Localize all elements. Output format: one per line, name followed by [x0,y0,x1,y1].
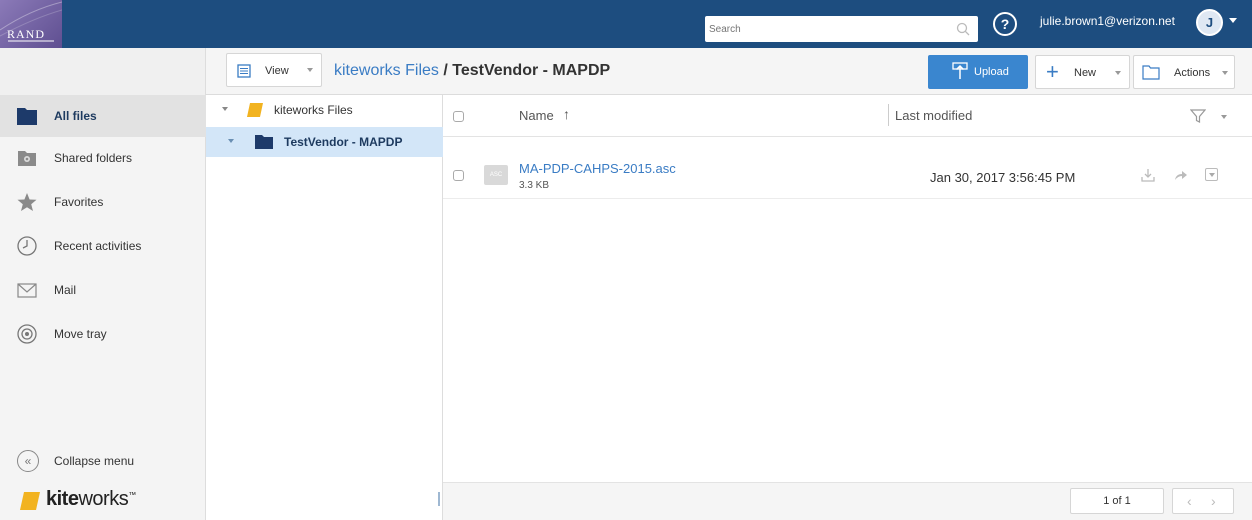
user-email[interactable]: julie.brown1@verizon.net [1040,14,1175,28]
download-icon[interactable] [1140,167,1156,186]
chevron-down-icon [1115,71,1121,75]
sort-ascending-icon[interactable]: ↑ [563,106,570,122]
shared-folder-icon [16,147,38,169]
upload-button[interactable]: Upload [928,55,1028,89]
top-bar: RAND ? julie.brown1@verizon.net J [0,0,1252,48]
previous-page-icon[interactable]: ‹ [1187,493,1192,509]
folder-outline-icon [1142,64,1160,83]
select-all-checkbox[interactable] [453,111,464,122]
breadcrumb-root-link[interactable]: kiteworks Files [334,62,439,79]
file-size: 3.3 KB [519,180,550,191]
double-chevron-left-icon: « [17,450,39,472]
tree-item-label: kiteworks Files [274,103,353,117]
sidebar-item-label: Shared folders [54,151,133,165]
view-label: View [265,65,289,77]
upload-icon [952,62,968,83]
file-last-modified: Jan 30, 2017 3:56:45 PM [930,170,1076,185]
sidebar-item-label: Favorites [54,195,104,209]
filter-icon [1189,108,1207,127]
star-icon [16,191,38,213]
next-page-icon[interactable]: › [1211,493,1216,509]
file-list-footer: 1 of 1 ‹ › [443,482,1252,520]
new-label: New [1074,67,1097,79]
search-input[interactable] [709,19,949,39]
chevron-down-icon [307,68,313,72]
avatar[interactable]: J [1196,9,1223,36]
search-icon[interactable] [956,22,970,39]
sidebar-item-favorites[interactable]: Favorites [0,181,206,223]
sidebar-item-shared-folders[interactable]: Shared folders [0,137,206,179]
help-icon[interactable]: ? [993,12,1017,36]
folder-icon [246,102,264,121]
collapse-menu-label: Collapse menu [54,454,135,468]
logo-underline [8,40,54,42]
pane-resize-handle[interactable] [438,492,440,506]
sidebar-item-label: Mail [54,283,77,297]
chevron-down-icon [1221,115,1227,119]
user-menu-chevron-down-icon[interactable] [1229,18,1237,23]
page-indicator[interactable]: 1 of 1 [1070,488,1164,514]
chevron-down-icon [1222,71,1228,75]
file-list: Name ↑ Last modified ASC MA-PDP-CAHPS-20… [443,95,1252,520]
kiteworks-wordmark: kiteworks™ [46,488,136,510]
new-button[interactable]: + New [1035,55,1130,89]
breadcrumb-current: TestVendor - MAPDP [452,62,611,79]
pagination-nav: ‹ › [1172,488,1234,514]
folder-tree: kiteworks Files TestVendor - MAPDP [206,95,443,520]
tree-item-testvendor-mapdp[interactable]: TestVendor - MAPDP [206,127,443,157]
toolbar-sidebar-header [0,48,206,95]
collapse-menu-button[interactable]: « Collapse menu [0,450,206,474]
column-header-name[interactable]: Name [519,108,554,123]
column-header-last-modified[interactable]: Last modified [895,108,972,123]
search-box[interactable] [705,16,978,42]
sidebar: All files Shared folders Favorites Recen… [0,95,206,520]
chevron-down-icon[interactable] [222,107,228,111]
file-list-header: Name ↑ Last modified [443,95,1252,137]
mail-icon [16,279,38,301]
breadcrumb: kiteworks Files / TestVendor - MAPDP [334,62,610,80]
target-icon [16,323,38,345]
table-row[interactable]: ASC MA-PDP-CAHPS-2015.asc 3.3 KB Jan 30,… [443,153,1252,199]
upload-label: Upload [974,66,1009,78]
rand-logo[interactable]: RAND [0,0,62,48]
actions-label: Actions [1174,67,1211,79]
file-type-icon: ASC [484,165,508,185]
list-view-icon [237,64,251,81]
column-divider[interactable] [888,104,889,126]
sidebar-item-label: All files [54,109,97,123]
file-name-link[interactable]: MA-PDP-CAHPS-2015.asc [519,161,676,176]
sidebar-item-label: Move tray [54,327,107,341]
folder-icon [254,134,274,153]
row-menu-icon[interactable] [1205,168,1218,181]
kiteworks-flag-icon [18,490,42,518]
tree-item-kiteworks-files[interactable]: kiteworks Files [206,95,443,125]
sidebar-item-move-tray[interactable]: Move tray [0,313,206,355]
breadcrumb-separator: / [438,62,453,79]
clock-icon [16,235,38,257]
sidebar-item-label: Recent activities [54,239,142,253]
actions-button[interactable]: Actions [1133,55,1235,89]
row-checkbox[interactable] [453,170,464,181]
folder-icon [16,105,38,127]
plus-icon: + [1046,59,1059,84]
tree-item-label: TestVendor - MAPDP [284,135,403,149]
sidebar-item-all-files[interactable]: All files [0,95,206,137]
sidebar-item-recent-activities[interactable]: Recent activities [0,225,206,267]
share-icon[interactable] [1173,169,1189,184]
view-button[interactable]: View [226,53,322,87]
chevron-down-icon[interactable] [228,139,234,143]
sidebar-item-mail[interactable]: Mail [0,269,206,311]
filter-button[interactable] [1184,104,1232,130]
